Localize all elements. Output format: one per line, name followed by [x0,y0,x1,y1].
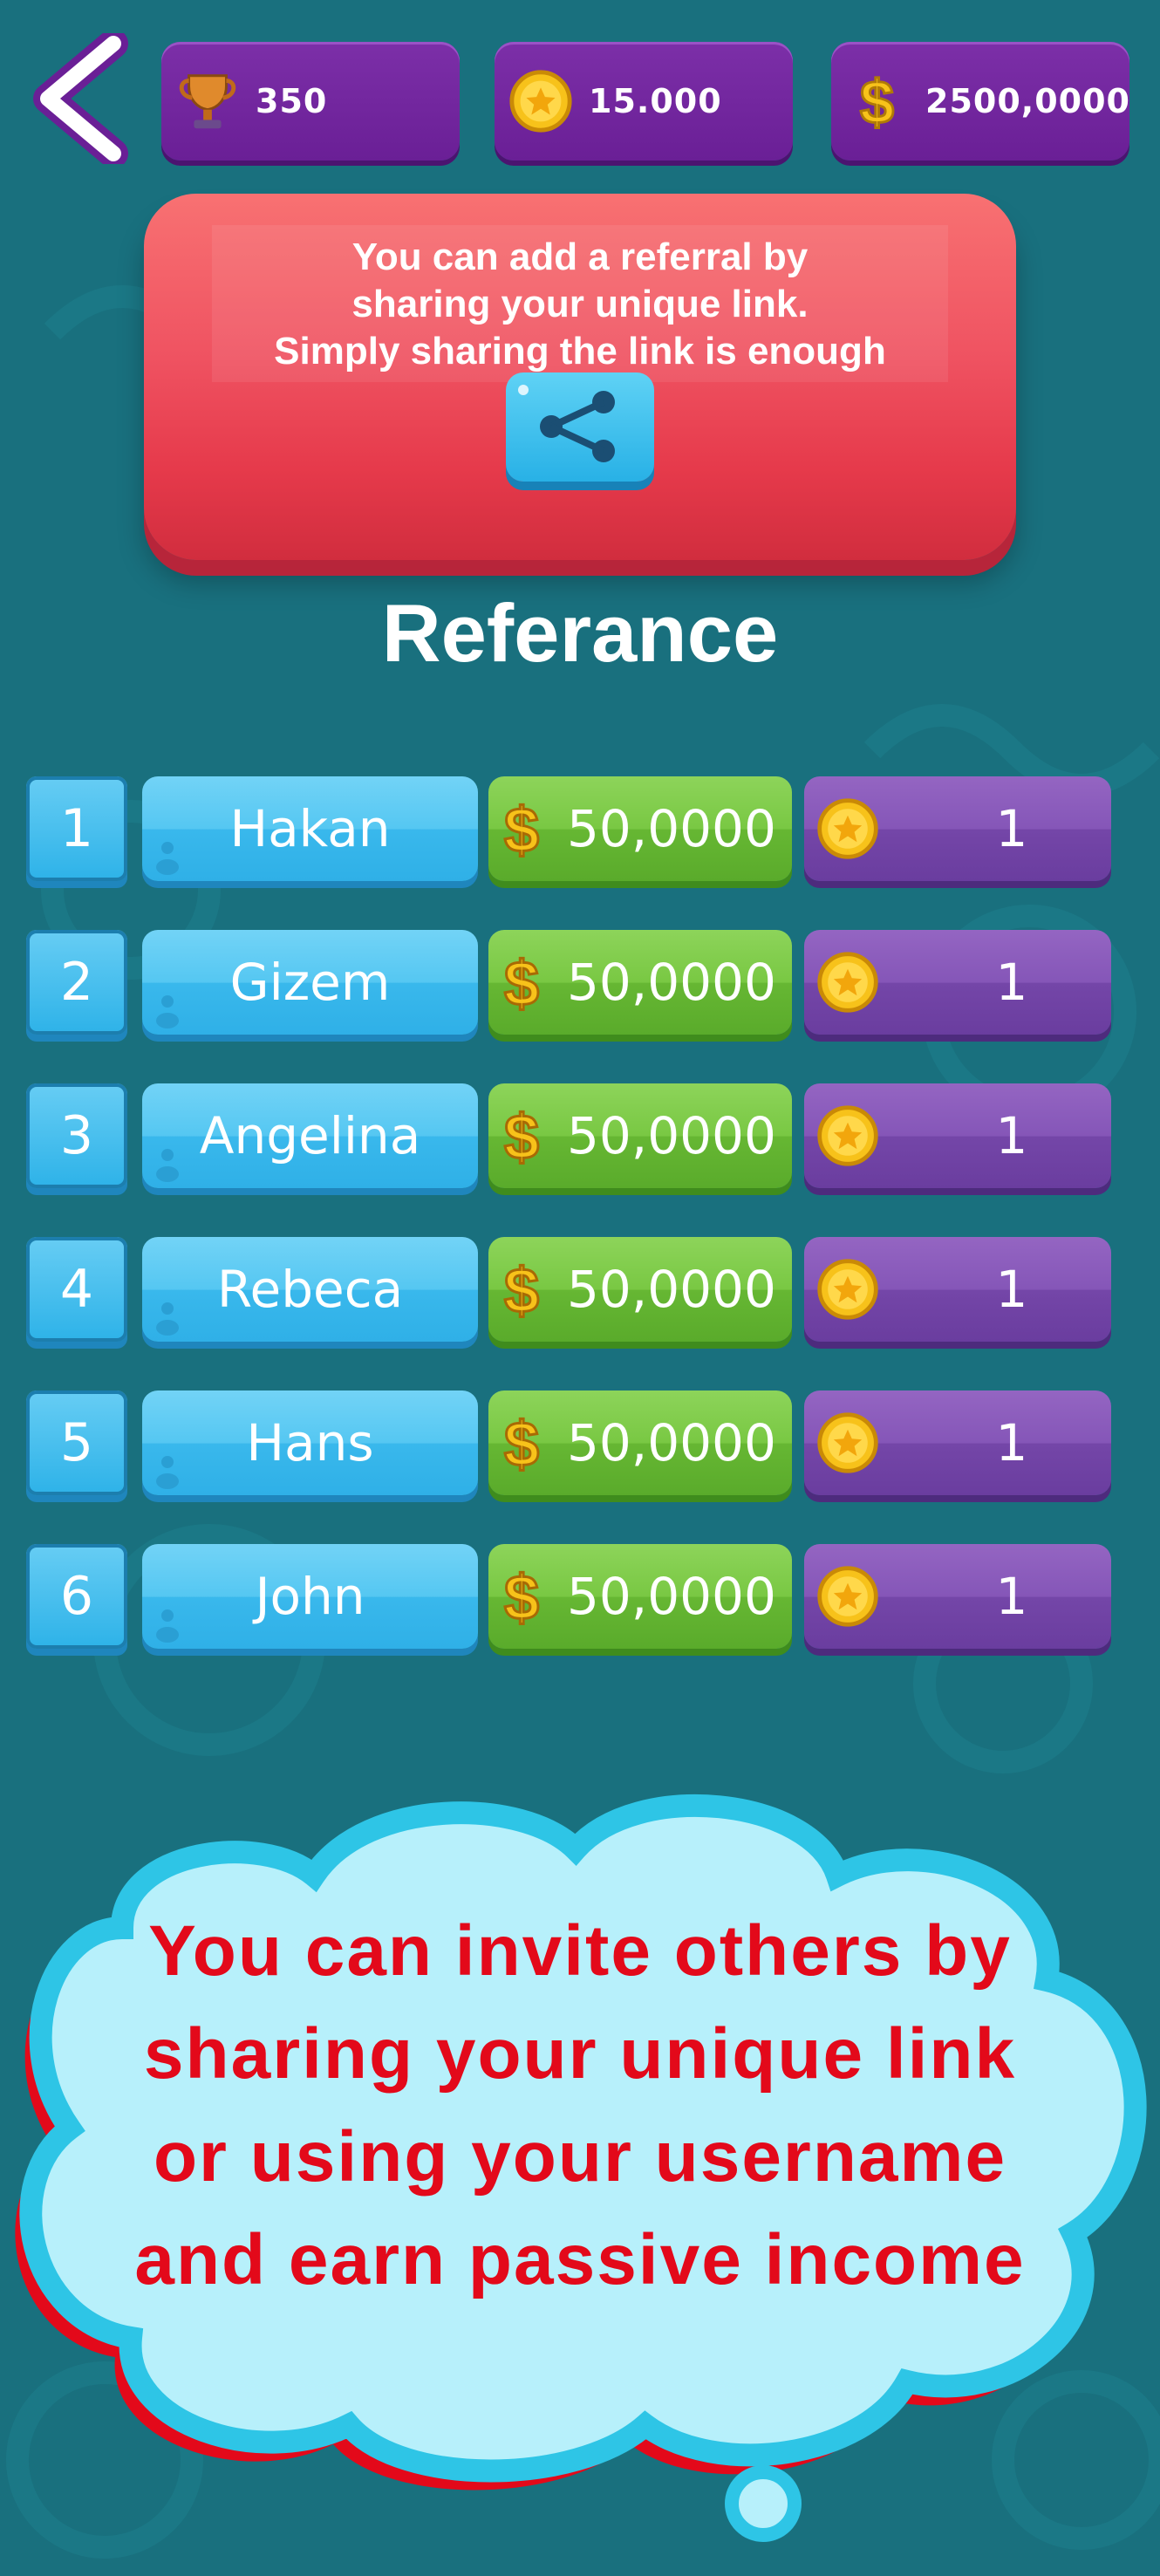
trophy-icon [179,74,236,129]
user-icon [156,1149,179,1182]
trophy-value: 350 [256,82,328,120]
promo-line-1: You can invite others by [148,1911,1012,1991]
coin-amount: 1 [995,1260,1028,1319]
coin-cell: 1 [804,1237,1111,1342]
user-icon [156,995,179,1028]
cash-amount: 50,0000 [567,1567,776,1626]
coin-icon [817,1412,878,1473]
promo-line-4: and earn passive income [134,2220,1026,2299]
table-row[interactable]: 4 Rebeca $50,0000 1 [0,1237,1160,1349]
rank-cell: 2 [26,930,127,1035]
name-cell: Hans [142,1390,478,1495]
referral-name: Hans [246,1413,374,1472]
page-title: Referance [381,587,779,679]
table-row[interactable]: 3 Angelina $50,0000 1 [0,1083,1160,1195]
user-icon [156,842,179,875]
cash-amount: 50,0000 [567,1260,776,1319]
trophy-stat[interactable]: 350 [161,42,460,161]
dollar-icon: $ [502,948,540,1018]
table-row[interactable]: 1 Hakan $50,0000 1 [0,776,1160,888]
coin-icon [817,798,878,859]
user-icon [156,1302,179,1336]
svg-text:$: $ [504,796,539,864]
referral-text-line-3: Simply sharing the link is enough [274,330,886,372]
rank-cell: 1 [26,776,127,881]
svg-text:$: $ [504,1410,539,1478]
name-cell: Angelina [142,1083,478,1188]
referral-card: You can add a referral by sharing your u… [144,194,1016,560]
name-cell: Rebeca [142,1237,478,1342]
referral-name: John [255,1567,365,1626]
user-icon [156,1609,179,1643]
referral-text-line-2: sharing your unique link. [351,283,809,325]
rank-cell: 6 [26,1544,127,1649]
table-row[interactable]: 2 Gizem $50,0000 1 [0,930,1160,1042]
svg-text:$: $ [504,949,539,1017]
coin-cell: 1 [804,776,1111,881]
coin-cell: 1 [804,1390,1111,1495]
coin-icon [817,1105,878,1166]
name-cell: Hakan [142,776,478,881]
referral-text-line-1: You can add a referral by [351,236,809,278]
rank-cell: 4 [26,1237,127,1342]
coin-amount: 1 [995,1413,1028,1472]
coin-amount: 1 [995,953,1028,1012]
cash-amount: 50,0000 [567,1106,776,1165]
referral-name: Gizem [229,953,391,1012]
promo-line-2: sharing your unique link [143,2014,1017,2094]
cash-cell: $50,0000 [488,1083,792,1188]
rank-cell: 3 [26,1083,127,1188]
coin-icon [817,1566,878,1627]
coin-amount: 1 [995,1567,1028,1626]
svg-text:$: $ [860,67,895,135]
referral-name: Rebeca [216,1260,404,1319]
coin-cell: 1 [804,1083,1111,1188]
coin-icon [817,952,878,1013]
promo-line-3: or using your username [153,2117,1007,2197]
cash-cell: $50,0000 [488,1237,792,1342]
name-cell: Gizem [142,930,478,1035]
cash-cell: $50,0000 [488,776,792,881]
cash-stat[interactable]: $ 2500,0000 [831,42,1129,161]
dollar-icon: $ [502,795,540,864]
cash-amount: 50,0000 [567,1413,776,1472]
cash-cell: $50,0000 [488,1390,792,1495]
name-cell: John [142,1544,478,1649]
cash-amount: 50,0000 [567,953,776,1012]
coin-stat[interactable]: 15.000 [495,42,793,161]
coin-cell: 1 [804,930,1111,1035]
table-row[interactable]: 6 John $50,0000 1 [0,1544,1160,1656]
promo-cloud: You can invite others by sharing your un… [0,1780,1160,2547]
back-button[interactable] [26,33,131,164]
share-button[interactable] [506,372,654,482]
referral-name: Hakan [229,799,391,858]
dollar-icon: $ [502,1255,540,1325]
coin-icon [817,1259,878,1320]
dollar-icon: $ [502,1409,540,1479]
share-icon [518,385,615,462]
cash-value: 2500,0000 [925,82,1130,120]
dollar-icon: $ [859,67,896,135]
table-row[interactable]: 5 Hans $50,0000 1 [0,1390,1160,1502]
coin-amount: 1 [995,1106,1028,1165]
svg-text:$: $ [504,1563,539,1631]
coin-cell: 1 [804,1544,1111,1649]
coin-value: 15.000 [589,82,722,120]
svg-text:$: $ [504,1256,539,1324]
user-icon [156,1456,179,1489]
cash-cell: $50,0000 [488,930,792,1035]
rank-cell: 5 [26,1390,127,1495]
coin-amount: 1 [995,799,1028,858]
svg-text:$: $ [504,1103,539,1171]
coin-icon [509,70,572,133]
referral-name: Angelina [199,1106,421,1165]
cash-cell: $50,0000 [488,1544,792,1649]
dollar-icon: $ [502,1102,540,1172]
dollar-icon: $ [502,1562,540,1632]
cash-amount: 50,0000 [567,799,776,858]
